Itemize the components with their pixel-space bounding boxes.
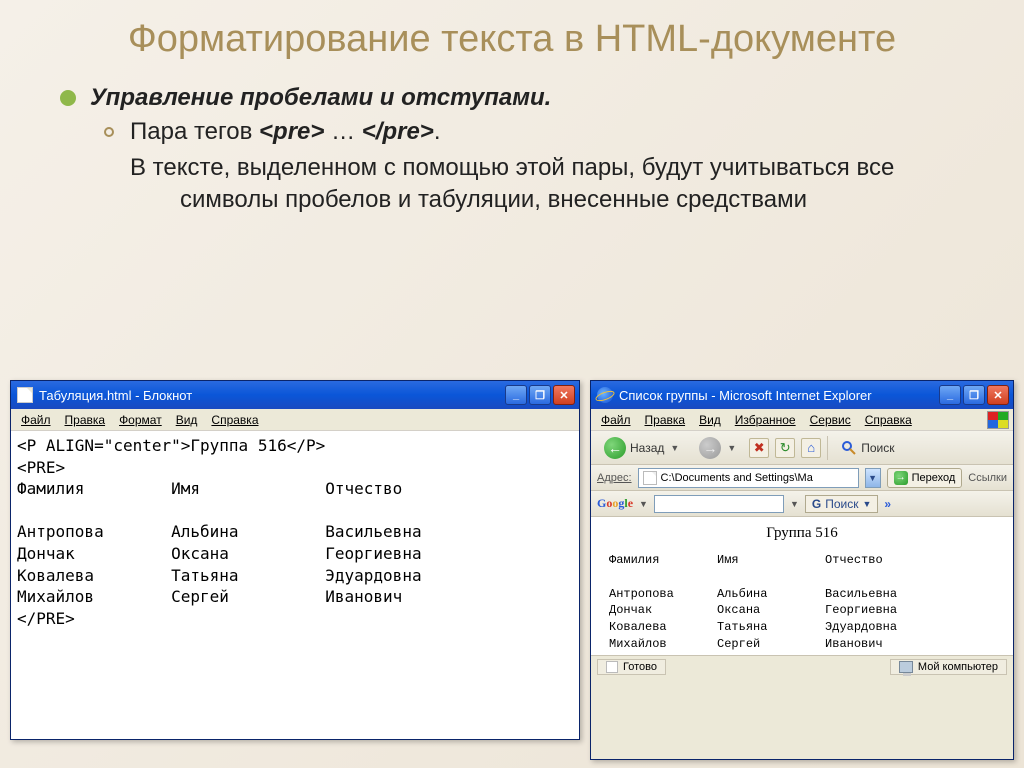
go-arrow-icon: → [894,471,908,485]
home-button[interactable]: ⌂ [801,438,821,458]
address-input[interactable]: C:\Documents and Settings\Ма [638,468,859,488]
google-logo[interactable]: Google [597,496,633,511]
sub-bullet-item: Пара тегов <pre> … </pre>. [104,118,984,146]
notepad-title: Табуляция.html - Блокнот [39,388,505,403]
back-button[interactable]: ← Назад ▼ [597,433,686,463]
menu-view[interactable]: Вид [170,411,204,429]
computer-icon [899,661,913,673]
notepad-menubar: Файл Правка Формат Вид Справка [11,409,579,431]
menu-format[interactable]: Формат [113,411,168,429]
body-paragraph: В тексте, выделенном с помощью этой пары… [130,152,944,217]
page-icon [643,471,657,485]
sub-bullet-dot-icon [104,127,114,137]
chevron-down-icon[interactable]: ▼ [639,499,648,509]
maximize-button[interactable]: ❐ [963,385,985,405]
address-value: C:\Documents and Settings\Ма [661,472,813,484]
chevron-down-icon[interactable]: ▼ [790,499,799,509]
forward-button[interactable]: → ▼ [692,433,743,463]
pre-close-tag: </pre> [362,118,434,145]
go-button[interactable]: → Переход [887,468,963,488]
chevron-down-icon: ▼ [670,443,679,453]
menu-file[interactable]: Файл [15,411,57,429]
status-ready-label: Готово [623,661,657,673]
ie-title: Список группы - Microsoft Internet Explo… [619,388,939,403]
close-button[interactable]: ✕ [987,385,1009,405]
ie-content: Группа 516 Фамилия Имя Отчество Антропов… [591,517,1013,655]
search-button[interactable]: Поиск [834,436,901,460]
back-arrow-icon: ← [604,437,626,459]
ie-icon [597,387,613,403]
sub-end: . [434,118,441,145]
google-search-button[interactable]: G Поиск ▼ [805,495,879,513]
go-label: Переход [912,472,956,484]
google-search-label: Поиск [825,497,858,511]
slide-content: Управление пробелами и отступами. Пара т… [0,84,1024,217]
search-icon [841,440,857,456]
status-ready: Готово [597,659,666,675]
page-heading: Группа 516 [609,525,995,542]
google-search-input[interactable] [654,495,784,513]
notepad-window: Табуляция.html - Блокнот _ ❐ ✕ Файл Прав… [10,380,580,740]
bullet-text: Управление пробелами и отступами. [90,84,551,112]
address-dropdown[interactable]: ▼ [865,468,881,488]
slide-title: Форматирование текста в HTML-документе [0,0,1024,72]
refresh-button[interactable]: ↻ [775,438,795,458]
menu-edit[interactable]: Правка [59,411,112,429]
sub-prefix: Пара тегов [130,118,259,145]
toolbar-separator [827,436,828,460]
notepad-titlebar[interactable]: Табуляция.html - Блокнот _ ❐ ✕ [11,381,579,409]
menu-help[interactable]: Справка [205,411,264,429]
document-icon [17,387,33,403]
forward-arrow-icon: → [699,437,721,459]
sub-mid: … [324,118,361,145]
windows-flag-icon [987,411,1009,429]
links-label[interactable]: Ссылки [968,472,1007,484]
stop-button[interactable]: ✖ [749,438,769,458]
status-zone-label: Мой компьютер [918,661,998,673]
ie-statusbar: Готово Мой компьютер [591,655,1013,677]
chevron-down-icon: ▼ [727,443,736,453]
menu-view[interactable]: Вид [693,411,727,429]
notepad-body[interactable]: <P ALIGN="center">Группа 516</P> <PRE> Ф… [11,431,579,739]
back-label: Назад [630,441,664,455]
status-zone: Мой компьютер [890,659,1007,675]
ie-toolbar: ← Назад ▼ → ▼ ✖ ↻ ⌂ Поиск [591,431,1013,465]
address-label: Адрес: [597,472,632,484]
sub-bullet-text: Пара тегов <pre> … </pre>. [130,118,440,146]
ie-titlebar[interactable]: Список группы - Microsoft Internet Explo… [591,381,1013,409]
google-g-icon: G [812,497,821,511]
google-toolbar: Google ▼ ▼ G Поиск ▼ » [591,491,1013,517]
document-icon [606,661,618,673]
minimize-button[interactable]: _ [939,385,961,405]
close-button[interactable]: ✕ [553,385,575,405]
ie-menubar: Файл Правка Вид Избранное Сервис Справка [591,409,1013,431]
menu-file[interactable]: Файл [595,411,637,429]
ie-addressbar: Адрес: C:\Documents and Settings\Ма ▼ → … [591,465,1013,491]
menu-tools[interactable]: Сервис [804,411,857,429]
google-more[interactable]: » [884,497,891,511]
menu-favorites[interactable]: Избранное [729,411,802,429]
bullet-dot-icon [60,90,76,106]
search-label: Поиск [861,441,894,455]
preformatted-block: Фамилия Имя Отчество Антропова Альбина В… [609,552,995,653]
pre-open-tag: <pre> [259,118,324,145]
bullet-item: Управление пробелами и отступами. [60,84,984,112]
ie-window: Список группы - Microsoft Internet Explo… [590,380,1014,760]
menu-help[interactable]: Справка [859,411,918,429]
maximize-button[interactable]: ❐ [529,385,551,405]
menu-edit[interactable]: Правка [639,411,692,429]
minimize-button[interactable]: _ [505,385,527,405]
